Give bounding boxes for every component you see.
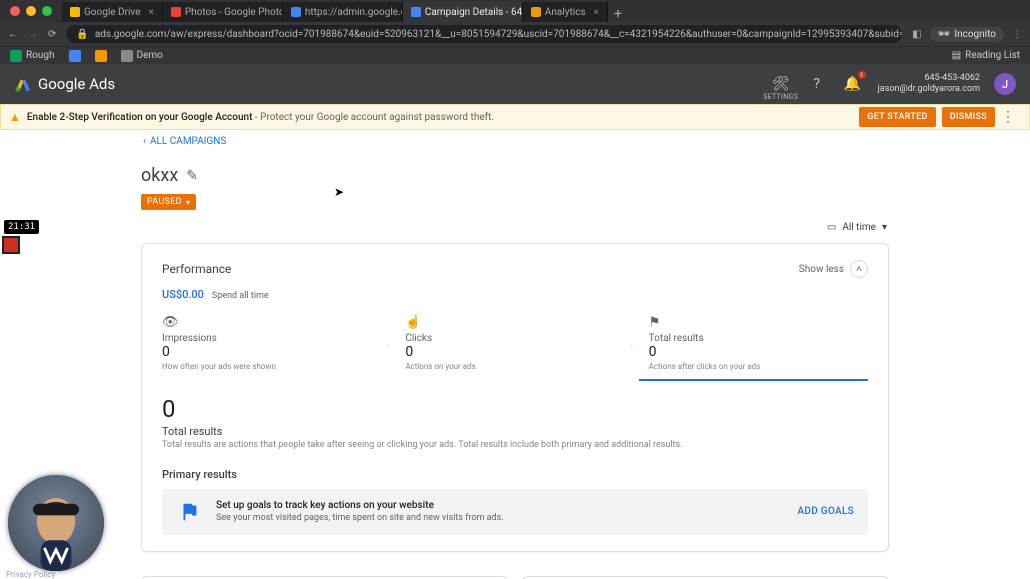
browser-tab[interactable]: Google Drive×: [62, 2, 163, 22]
privacy-link[interactable]: Privacy Policy: [6, 570, 55, 579]
new-tab-button[interactable]: +: [608, 6, 628, 22]
bookmark-item[interactable]: [95, 50, 107, 62]
add-goals-button[interactable]: ADD GOALS: [797, 506, 854, 517]
flag-icon: [176, 499, 202, 525]
metric-impressions[interactable]: 👁 Impressions 0 How often your ads were …: [162, 311, 381, 381]
total-results-value: 0: [162, 395, 868, 423]
browser-tab[interactable]: Photos - Google Photos×: [163, 2, 283, 22]
browser-menu-icon[interactable]: ⋮: [1012, 29, 1022, 40]
banner-text: - Protect your Google account against pa…: [252, 112, 494, 123]
close-icon[interactable]: ×: [149, 7, 154, 18]
performance-title: Performance: [162, 262, 231, 276]
incognito-badge: 🕶Incognito: [930, 27, 1004, 42]
window-controls[interactable]: [0, 6, 62, 16]
banner-menu-icon[interactable]: ⋮: [995, 109, 1021, 125]
total-results-sub: Total results are actions that people ta…: [162, 440, 868, 452]
help-icon[interactable]: ?: [806, 73, 828, 95]
total-results-label: Total results: [162, 425, 868, 438]
recording-time: 21:31: [4, 220, 39, 234]
close-icon[interactable]: ×: [594, 7, 599, 18]
calendar-icon: ▭: [827, 222, 836, 233]
status-chip[interactable]: PAUSED: [141, 194, 196, 210]
bookmark-item[interactable]: Rough: [10, 50, 55, 62]
tab-strip: Google Drive× Photos - Google Photos× ht…: [62, 0, 1030, 22]
performance-card: Performance Show less ˄ US$0.00 Spend al…: [141, 243, 889, 552]
show-less-toggle[interactable]: Show less ˄: [799, 260, 868, 278]
dismiss-button[interactable]: DISMISS: [942, 107, 995, 127]
get-started-button[interactable]: GET STARTED: [859, 107, 935, 127]
edit-icon[interactable]: ✎: [186, 168, 198, 184]
cursor-icon: ➤: [334, 185, 344, 199]
nav-back-icon[interactable]: ←: [8, 29, 18, 40]
bookmarks-bar: Rough Demo ▤Reading List: [0, 46, 1030, 64]
banner-title: Enable 2-Step Verification on your Googl…: [27, 112, 253, 123]
reading-list-button[interactable]: ▤Reading List: [952, 50, 1020, 61]
metric-clicks[interactable]: ☝ Clicks 0 Actions on your ads: [395, 311, 624, 381]
back-all-campaigns-link[interactable]: ‹ ALL CAMPAIGNS: [141, 136, 889, 147]
browser-tab[interactable]: Analytics×: [523, 2, 608, 22]
extension-icon[interactable]: ◧: [912, 29, 921, 40]
divider-icon: ›: [381, 311, 395, 381]
browser-tab[interactable]: https://admin.google.com/a/c×: [283, 2, 403, 22]
bookmark-item[interactable]: [69, 50, 81, 62]
bookmark-item[interactable]: Demo: [121, 50, 163, 62]
notifications-icon[interactable]: 🔔1: [842, 73, 864, 95]
address-bar[interactable]: 🔒 ads.google.com/aw/express/dashboard?oc…: [66, 25, 902, 43]
spend-sub: Spend all time: [212, 291, 269, 301]
goals-callout: Set up goals to track key actions on you…: [162, 489, 868, 535]
alert-banner: ▲ Enable 2-Step Verification on your Goo…: [0, 104, 1030, 130]
spend-amount[interactable]: US$0.00: [162, 288, 204, 301]
chevron-left-icon: ‹: [143, 136, 146, 147]
account-info[interactable]: 645-453-4062 jason@dr.goldyarora.com: [878, 73, 980, 95]
nav-reload-icon[interactable]: ⟳: [48, 29, 56, 40]
app-name: Google Ads: [38, 75, 115, 93]
eye-icon: 👁: [162, 315, 371, 330]
nav-forward-icon[interactable]: →: [28, 29, 38, 40]
stop-recording-button[interactable]: [4, 238, 18, 252]
flag-icon: ⚑: [649, 315, 858, 330]
campaign-title: okxx: [141, 165, 178, 186]
chevron-down-icon: ▾: [882, 222, 887, 233]
browser-tab-active[interactable]: Campaign Details - 645-453-×: [403, 2, 523, 22]
chevron-up-icon: ˄: [850, 260, 868, 278]
warning-icon: ▲: [9, 110, 21, 124]
metric-total-results[interactable]: ⚑ Total results 0 Actions after clicks o…: [639, 311, 868, 381]
divider-icon: ›: [625, 311, 639, 381]
avatar[interactable]: J: [994, 73, 1016, 95]
click-icon: ☝: [405, 315, 614, 330]
google-ads-icon: [14, 75, 32, 93]
app-header: Google Ads 🛠SETTINGS ? 🔔1 645-453-4062 j…: [0, 64, 1030, 104]
webcam-overlay[interactable]: [8, 475, 104, 571]
url-text: ads.google.com/aw/express/dashboard?ocid…: [95, 29, 902, 40]
primary-results-title: Primary results: [162, 468, 868, 481]
app-logo[interactable]: Google Ads: [14, 75, 115, 93]
recording-indicator: 21:31: [4, 220, 39, 252]
settings-icon[interactable]: 🛠SETTINGS: [770, 73, 792, 95]
date-range-selector[interactable]: ▭ All time ▾: [827, 222, 887, 233]
